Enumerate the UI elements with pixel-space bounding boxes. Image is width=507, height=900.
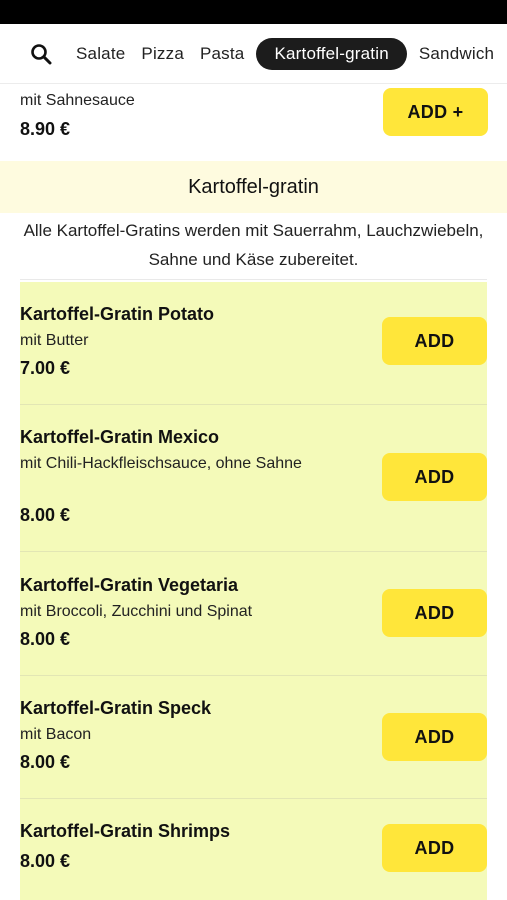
menu-item[interactable]: Kartoffel-Gratin Shrimps 8.00 € ADD [20, 799, 487, 900]
tab-salate[interactable]: Salate [68, 38, 133, 70]
add-button[interactable]: ADD [382, 453, 487, 501]
tab-kartoffel-gratin[interactable]: Kartoffel-gratin [256, 38, 407, 70]
menu-content: mit Sahnesauce 8.90 € ADD + Kartoffel-gr… [0, 85, 507, 900]
item-description: mit Bacon [20, 726, 92, 743]
menu-item[interactable]: Kartoffel-Gratin Potato mit Butter 7.00 … [20, 282, 487, 405]
item-name: Kartoffel-Gratin Potato [20, 304, 215, 324]
menu-item[interactable]: Kartoffel-Gratin Mexico mit Chili-Hackfl… [20, 405, 487, 552]
item-price: 8.00 € [20, 505, 71, 525]
status-bar [0, 0, 507, 24]
item-description: mit Broccoli, Zucchini und Spinat [20, 603, 253, 620]
add-button[interactable]: ADD [382, 824, 487, 872]
add-button[interactable]: ADD + [383, 88, 488, 136]
item-description: mit Butter [20, 332, 89, 349]
menu-item[interactable]: Kartoffel-Gratin Speck mit Bacon 8.00 € … [20, 676, 487, 799]
add-button[interactable]: ADD [382, 713, 487, 761]
item-name: Kartoffel-Gratin Mexico [20, 427, 220, 447]
search-icon[interactable] [28, 41, 54, 67]
add-button[interactable]: ADD [382, 317, 487, 365]
divider [20, 279, 487, 280]
tab-pizza[interactable]: Pizza [133, 38, 192, 70]
previous-menu-item: mit Sahnesauce 8.90 € ADD + [0, 85, 507, 157]
category-nav-strip: Salate Pizza Pasta Kartoffel-gratin Sand… [0, 24, 502, 83]
item-name: Kartoffel-Gratin Speck [20, 698, 212, 718]
item-description: mit Sahnesauce [20, 92, 135, 109]
item-price: 7.00 € [20, 358, 71, 378]
item-name: Kartoffel-Gratin Vegetaria [20, 575, 239, 595]
item-price: 8.00 € [20, 851, 71, 871]
menu-item[interactable]: Kartoffel-Gratin Vegetaria mit Broccoli,… [20, 552, 487, 676]
item-name: Kartoffel-Gratin Shrimps [20, 821, 231, 841]
tab-sandwich[interactable]: Sandwich [411, 38, 502, 70]
add-button[interactable]: ADD [382, 589, 487, 637]
item-price: 8.90 € [20, 119, 71, 139]
tab-pasta[interactable]: Pasta [192, 38, 252, 70]
item-price: 8.00 € [20, 629, 71, 649]
category-nav: Salate Pizza Pasta Kartoffel-gratin Sand… [0, 24, 507, 84]
section-description: Alle Kartoffel-Gratins werden mit Sauerr… [23, 221, 484, 269]
item-description: mit Chili-Hackfleischsauce, ohne Sahne [20, 455, 302, 472]
item-price: 8.00 € [20, 752, 71, 772]
menu-items-list: Kartoffel-Gratin Potato mit Butter 7.00 … [20, 282, 487, 900]
section-title: Kartoffel-gratin [0, 161, 507, 213]
